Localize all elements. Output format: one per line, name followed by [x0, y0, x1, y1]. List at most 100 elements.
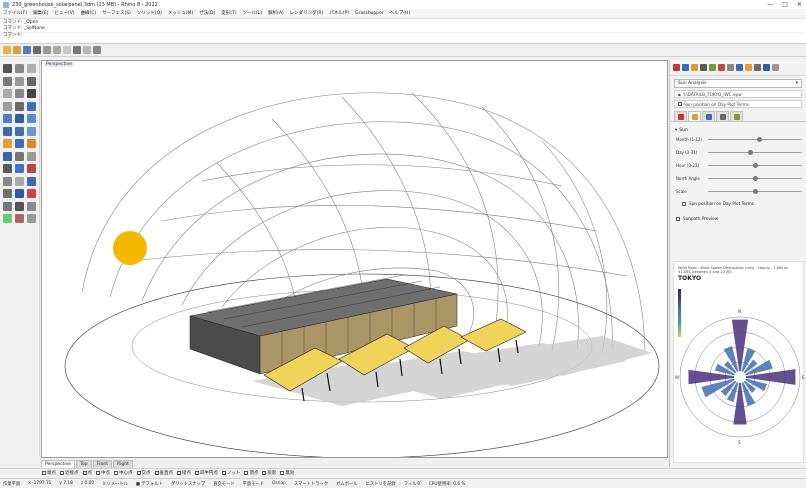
- osnap-checkbox[interactable]: [244, 471, 249, 475]
- month-slider[interactable]: [708, 137, 802, 142]
- layer-icon[interactable]: [83, 46, 91, 54]
- copy-icon[interactable]: [53, 46, 61, 54]
- osnap-checkbox[interactable]: [222, 471, 226, 475]
- osnap-checkbox[interactable]: [114, 471, 118, 475]
- menu-edit[interactable]: 編集(E): [33, 10, 48, 16]
- menu-help[interactable]: ヘルプ(H): [390, 10, 410, 16]
- dimension-icon[interactable]: [3, 189, 12, 198]
- paste-icon[interactable]: [63, 46, 71, 54]
- view-dropdown[interactable]: Sun Analysis ▾: [674, 79, 802, 88]
- osnap-checkbox[interactable]: [177, 471, 181, 475]
- fillet-icon[interactable]: [15, 139, 24, 148]
- osnap-checkbox[interactable]: [262, 471, 267, 475]
- menu-analyze[interactable]: 解析(A): [268, 10, 284, 16]
- boolean-icon[interactable]: [3, 139, 12, 148]
- cylinder-icon[interactable]: [27, 126, 36, 136]
- day-slider[interactable]: [708, 150, 802, 155]
- menu-surface[interactable]: サーフェス(S): [102, 10, 131, 16]
- grasshopper-icon[interactable]: [93, 46, 101, 54]
- osnap-tan[interactable]: 接点: [177, 470, 191, 476]
- weather-file-path[interactable]: ▪ Y:\DATA\LB_TOKYO_IWC.epw: [674, 90, 802, 98]
- ortho-toggle[interactable]: 直交モード: [213, 481, 234, 487]
- box-icon[interactable]: [3, 126, 12, 136]
- tab-sun[interactable]: [688, 111, 701, 121]
- select-icon[interactable]: [3, 64, 12, 73]
- extrude-icon[interactable]: [27, 114, 36, 123]
- menu-render[interactable]: レンダリング(R): [290, 10, 324, 16]
- gumball-icon[interactable]: [15, 189, 24, 198]
- display-icon[interactable]: [691, 64, 698, 71]
- polygon-icon[interactable]: [3, 101, 12, 111]
- hide-icon[interactable]: [15, 201, 24, 211]
- tab-right[interactable]: Right: [113, 460, 133, 468]
- array-icon[interactable]: [27, 176, 36, 186]
- menu-curve[interactable]: 曲線(C): [81, 10, 97, 16]
- rotate-icon[interactable]: [27, 164, 36, 173]
- osnap-checkbox[interactable]: [136, 471, 141, 475]
- text-icon[interactable]: [15, 101, 24, 111]
- slider-knob[interactable]: [752, 163, 758, 168]
- osnap-checkbox[interactable]: [195, 471, 199, 475]
- osnap-checkbox[interactable]: [96, 471, 100, 475]
- hour-slider[interactable]: [708, 163, 802, 168]
- slider-knob[interactable]: [752, 189, 758, 194]
- osnap-int[interactable]: 交点: [136, 470, 151, 476]
- osnap-near[interactable]: 近接点: [60, 470, 79, 476]
- slider-knob[interactable]: [747, 150, 753, 155]
- menu-view[interactable]: ビュー(V): [54, 10, 74, 16]
- line-icon[interactable]: [27, 64, 36, 73]
- mesh-icon[interactable]: [27, 139, 36, 148]
- ellipse-icon[interactable]: [15, 89, 24, 98]
- osnap-checkbox[interactable]: [42, 471, 46, 475]
- osnap-checkbox[interactable]: [154, 471, 159, 475]
- planar-toggle[interactable]: 平面モード: [243, 481, 264, 487]
- sunpath-preview-checkbox[interactable]: [676, 216, 680, 221]
- layers-icon[interactable]: [682, 64, 689, 71]
- properties-icon[interactable]: [27, 214, 36, 223]
- point-icon[interactable]: [15, 64, 24, 73]
- explode-icon[interactable]: [3, 164, 12, 173]
- scale-icon[interactable]: [3, 176, 12, 186]
- sun-position-toggle[interactable]: Sun position on Day Plot Terms: [674, 100, 802, 108]
- tab-materials[interactable]: [730, 111, 743, 121]
- open-file-icon[interactable]: [13, 46, 21, 54]
- osnap-toggle[interactable]: Osnap: [272, 481, 286, 486]
- help-icon[interactable]: [700, 64, 707, 71]
- osnap-disable[interactable]: 無効: [280, 470, 294, 476]
- sun-position-checkbox[interactable]: [678, 102, 682, 106]
- textures-icon[interactable]: [763, 64, 770, 71]
- sun-day-terms-checkbox[interactable]: [682, 201, 686, 206]
- north-slider[interactable]: [708, 176, 802, 181]
- osnap-checkbox[interactable]: [82, 471, 87, 475]
- join-icon[interactable]: [27, 151, 36, 161]
- filter-toggle[interactable]: フィルタ: [404, 481, 421, 487]
- menu-mesh[interactable]: メッシュ(M): [168, 10, 193, 16]
- sweep-icon[interactable]: [15, 114, 24, 123]
- render-icon[interactable]: [718, 64, 725, 71]
- close-button[interactable]: ✕: [797, 1, 802, 8]
- osnap-perp[interactable]: 垂直点: [154, 470, 173, 476]
- viewport-label[interactable]: Perspective: [44, 62, 75, 67]
- osnap-center[interactable]: 中心点: [114, 470, 133, 476]
- properties-icon[interactable]: [673, 64, 680, 71]
- osnap-quad[interactable]: 四半円点: [195, 470, 218, 476]
- tab-top[interactable]: Top: [76, 460, 92, 468]
- print-icon[interactable]: [33, 46, 41, 54]
- analysis-icon[interactable]: [27, 189, 36, 198]
- perspective-viewport[interactable]: Perspective: [41, 60, 668, 458]
- camera-icon[interactable]: [73, 46, 81, 54]
- current-layer[interactable]: ■ デフォルト: [136, 481, 163, 487]
- osnap-mid[interactable]: 中点: [96, 470, 110, 476]
- slider-knob[interactable]: [757, 137, 763, 142]
- osnap-project[interactable]: 投影: [262, 470, 276, 476]
- mirror-icon[interactable]: [15, 176, 24, 186]
- layout-icon[interactable]: [3, 201, 12, 211]
- menu-dimension[interactable]: 寸法(D): [199, 10, 215, 16]
- tab-front[interactable]: Front: [92, 460, 113, 468]
- osnap-end[interactable]: 端点: [42, 470, 56, 476]
- menu-solid[interactable]: ソリッド(O): [137, 10, 162, 16]
- sphere-icon[interactable]: [15, 126, 24, 136]
- materials-icon[interactable]: [709, 64, 716, 71]
- loft-icon[interactable]: [3, 114, 12, 123]
- scale-slider[interactable]: [708, 189, 802, 194]
